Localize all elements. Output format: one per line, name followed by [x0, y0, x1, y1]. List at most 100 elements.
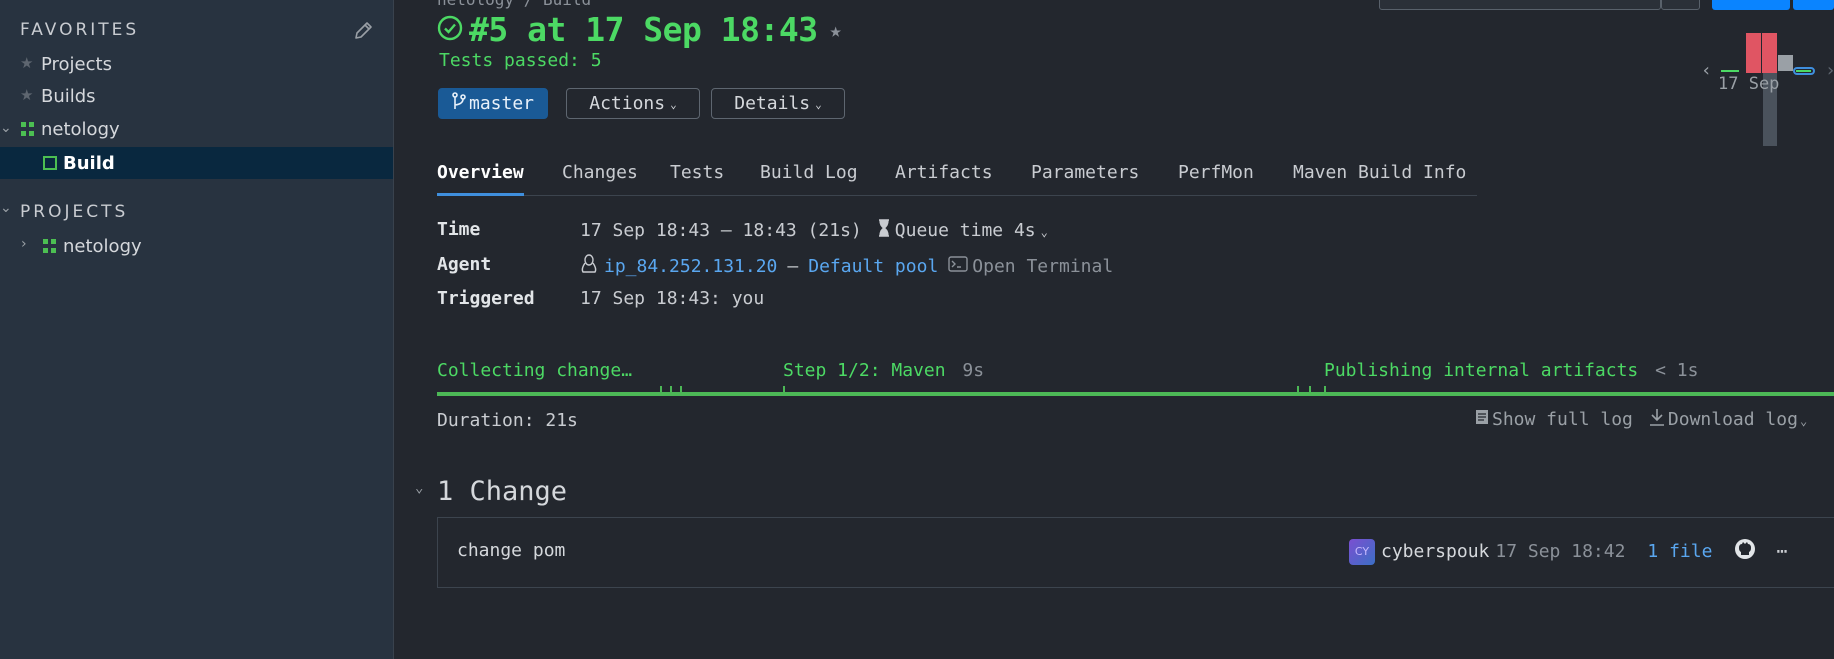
chevron-right-icon[interactable]: › [1825, 60, 1834, 81]
chevron-down-icon[interactable]: ⌄ [0, 200, 12, 216]
chevron-down-icon: ⌄ [670, 98, 677, 111]
chevron-down-icon[interactable]: ⌄ [1800, 414, 1807, 428]
tab-artifacts[interactable]: Artifacts [895, 162, 993, 196]
build-title-row: #5 at 17 Sep 18:43 ★ [437, 10, 842, 49]
time-label: Time [437, 219, 481, 240]
timeline-step-collecting[interactable]: Collecting change… [437, 360, 632, 381]
projects-heading: ⌄ PROJECTS [0, 200, 129, 222]
sidebar-item-label: Builds [41, 85, 96, 107]
star-icon: ★ [20, 54, 34, 72]
timeline-bar[interactable] [437, 392, 1834, 396]
tab-parameters[interactable]: Parameters [1031, 162, 1139, 196]
tab-changes[interactable]: Changes [562, 162, 638, 196]
timeline-tick [680, 386, 682, 394]
sidebar-item-label: netology [63, 235, 142, 257]
queue-time[interactable]: Queue time 4s [895, 220, 1036, 241]
timeline-step-publishing[interactable]: Publishing internal artifacts < 1s [1324, 360, 1698, 381]
download-log-link[interactable]: Download log [1668, 409, 1798, 430]
sidebar-item-projects[interactable]: ★ Projects [0, 48, 393, 80]
agent-link[interactable]: ip_84.252.131.20 [604, 256, 777, 277]
actions-label: Actions [589, 93, 666, 114]
pencil-icon[interactable] [352, 20, 374, 42]
change-message[interactable]: change pom [457, 540, 565, 561]
log-icon [1475, 409, 1489, 430]
project-grid-icon [21, 122, 35, 136]
chevron-down-icon[interactable]: ⌄ [415, 480, 423, 496]
run-button[interactable] [1712, 0, 1790, 10]
details-label: Details [734, 93, 811, 114]
run-options-button[interactable] [1793, 0, 1834, 10]
favorites-heading: FAVORITES [20, 20, 140, 40]
branch-icon [452, 92, 466, 115]
changes-heading[interactable]: 1 Change [437, 476, 567, 507]
history-bar [1796, 70, 1811, 72]
history-bar[interactable] [1778, 55, 1793, 71]
change-row[interactable]: change pom CY cyberspouk 17 Sep 18:42 1 … [437, 517, 1834, 588]
step-label: Step 1/2: Maven [783, 360, 946, 381]
projects-heading-label: PROJECTS [20, 202, 129, 222]
branch-label: master [468, 93, 535, 114]
page-title: #5 at 17 Sep 18:43 [469, 10, 818, 49]
tab-tests[interactable]: Tests [670, 162, 724, 196]
chart-date-label: 17 Sep [1718, 74, 1780, 94]
timeline-tick [1297, 386, 1299, 394]
step-label: Collecting change… [437, 360, 633, 381]
chevron-down-icon[interactable]: ⌄ [0, 120, 12, 136]
timeline-tick [1324, 386, 1326, 394]
open-terminal-link[interactable]: Open Terminal [972, 256, 1113, 277]
build-square-icon [43, 156, 57, 170]
time-value-row: 17 Sep 18:43 — 18:43 (21s) Queue time 4s… [580, 219, 1048, 242]
sidebar-item-label: netology [41, 118, 120, 140]
sidebar-item-label: Build [63, 152, 115, 174]
triggered-value: 17 Sep 18:43: you [580, 288, 765, 309]
sidebar-item-build[interactable]: Build [0, 147, 393, 179]
edit-configuration-more-button[interactable] [1661, 0, 1700, 10]
change-time: 17 Sep 18:42 [1495, 541, 1626, 562]
timeline-tick [670, 386, 672, 394]
details-button[interactable]: Details ⌄ [711, 88, 845, 119]
chevron-left-icon[interactable]: ‹ [1701, 60, 1712, 81]
history-bar[interactable] [1762, 33, 1777, 73]
chevron-right-icon[interactable]: › [21, 236, 27, 252]
tab-perfmon[interactable]: PerfMon [1178, 162, 1254, 196]
edit-configuration-button[interactable] [1379, 0, 1661, 10]
main-content: netology / Build #5 at 17 Sep 18:43 ★ Te… [395, 0, 1834, 659]
avatar: CY [1349, 538, 1375, 565]
change-author[interactable]: cyberspouk [1381, 541, 1489, 562]
triggered-label: Triggered [437, 288, 535, 309]
chevron-down-icon: ⌄ [815, 98, 822, 111]
github-icon[interactable] [1734, 538, 1756, 565]
log-actions: Show full log Download log ⌄ [1475, 408, 1807, 431]
timeline-tick [1309, 386, 1311, 394]
tests-status[interactable]: Tests passed: 5 [439, 50, 602, 71]
history-bar[interactable] [1721, 70, 1739, 72]
check-circle-icon [437, 15, 463, 45]
step-duration: 9s [962, 360, 985, 381]
sidebar-item-builds[interactable]: ★ Builds [0, 80, 393, 112]
breadcrumb[interactable]: netology / Build [437, 0, 591, 9]
change-files-link[interactable]: 1 file [1647, 541, 1712, 562]
hourglass-icon [878, 219, 890, 242]
actions-button[interactable]: Actions ⌄ [566, 88, 700, 119]
tab-build-log[interactable]: Build Log [760, 162, 858, 196]
history-bar[interactable] [1746, 33, 1761, 73]
branch-badge[interactable]: master [438, 88, 548, 119]
timeline-tick [783, 386, 785, 394]
timeline-tick [660, 386, 662, 394]
sidebar-item-netology-project[interactable]: › netology [0, 230, 393, 262]
sidebar-item-label: Projects [41, 53, 112, 75]
time-value: 17 Sep 18:43 — 18:43 (21s) [580, 220, 862, 241]
chevron-down-icon[interactable]: ⌄ [1041, 225, 1048, 239]
agent-pool-link[interactable]: Default pool [808, 256, 938, 277]
change-meta: CY cyberspouk 17 Sep 18:42 1 file ⋯ [1349, 538, 1788, 565]
build-history-mini-chart[interactable]: ‹ › 17 Sep [1701, 30, 1834, 146]
timeline-step-maven[interactable]: Step 1/2: Maven 9s [783, 360, 984, 381]
star-icon: ★ [20, 86, 34, 104]
step-duration: < 1s [1655, 360, 1699, 381]
star-icon[interactable]: ★ [830, 18, 842, 42]
more-icon[interactable]: ⋯ [1776, 541, 1788, 562]
show-full-log-link[interactable]: Show full log [1492, 409, 1633, 430]
sidebar-item-netology[interactable]: ⌄ netology [0, 113, 393, 145]
tab-overview[interactable]: Overview [437, 162, 524, 196]
tab-maven-build-info[interactable]: Maven Build Info [1293, 162, 1466, 196]
